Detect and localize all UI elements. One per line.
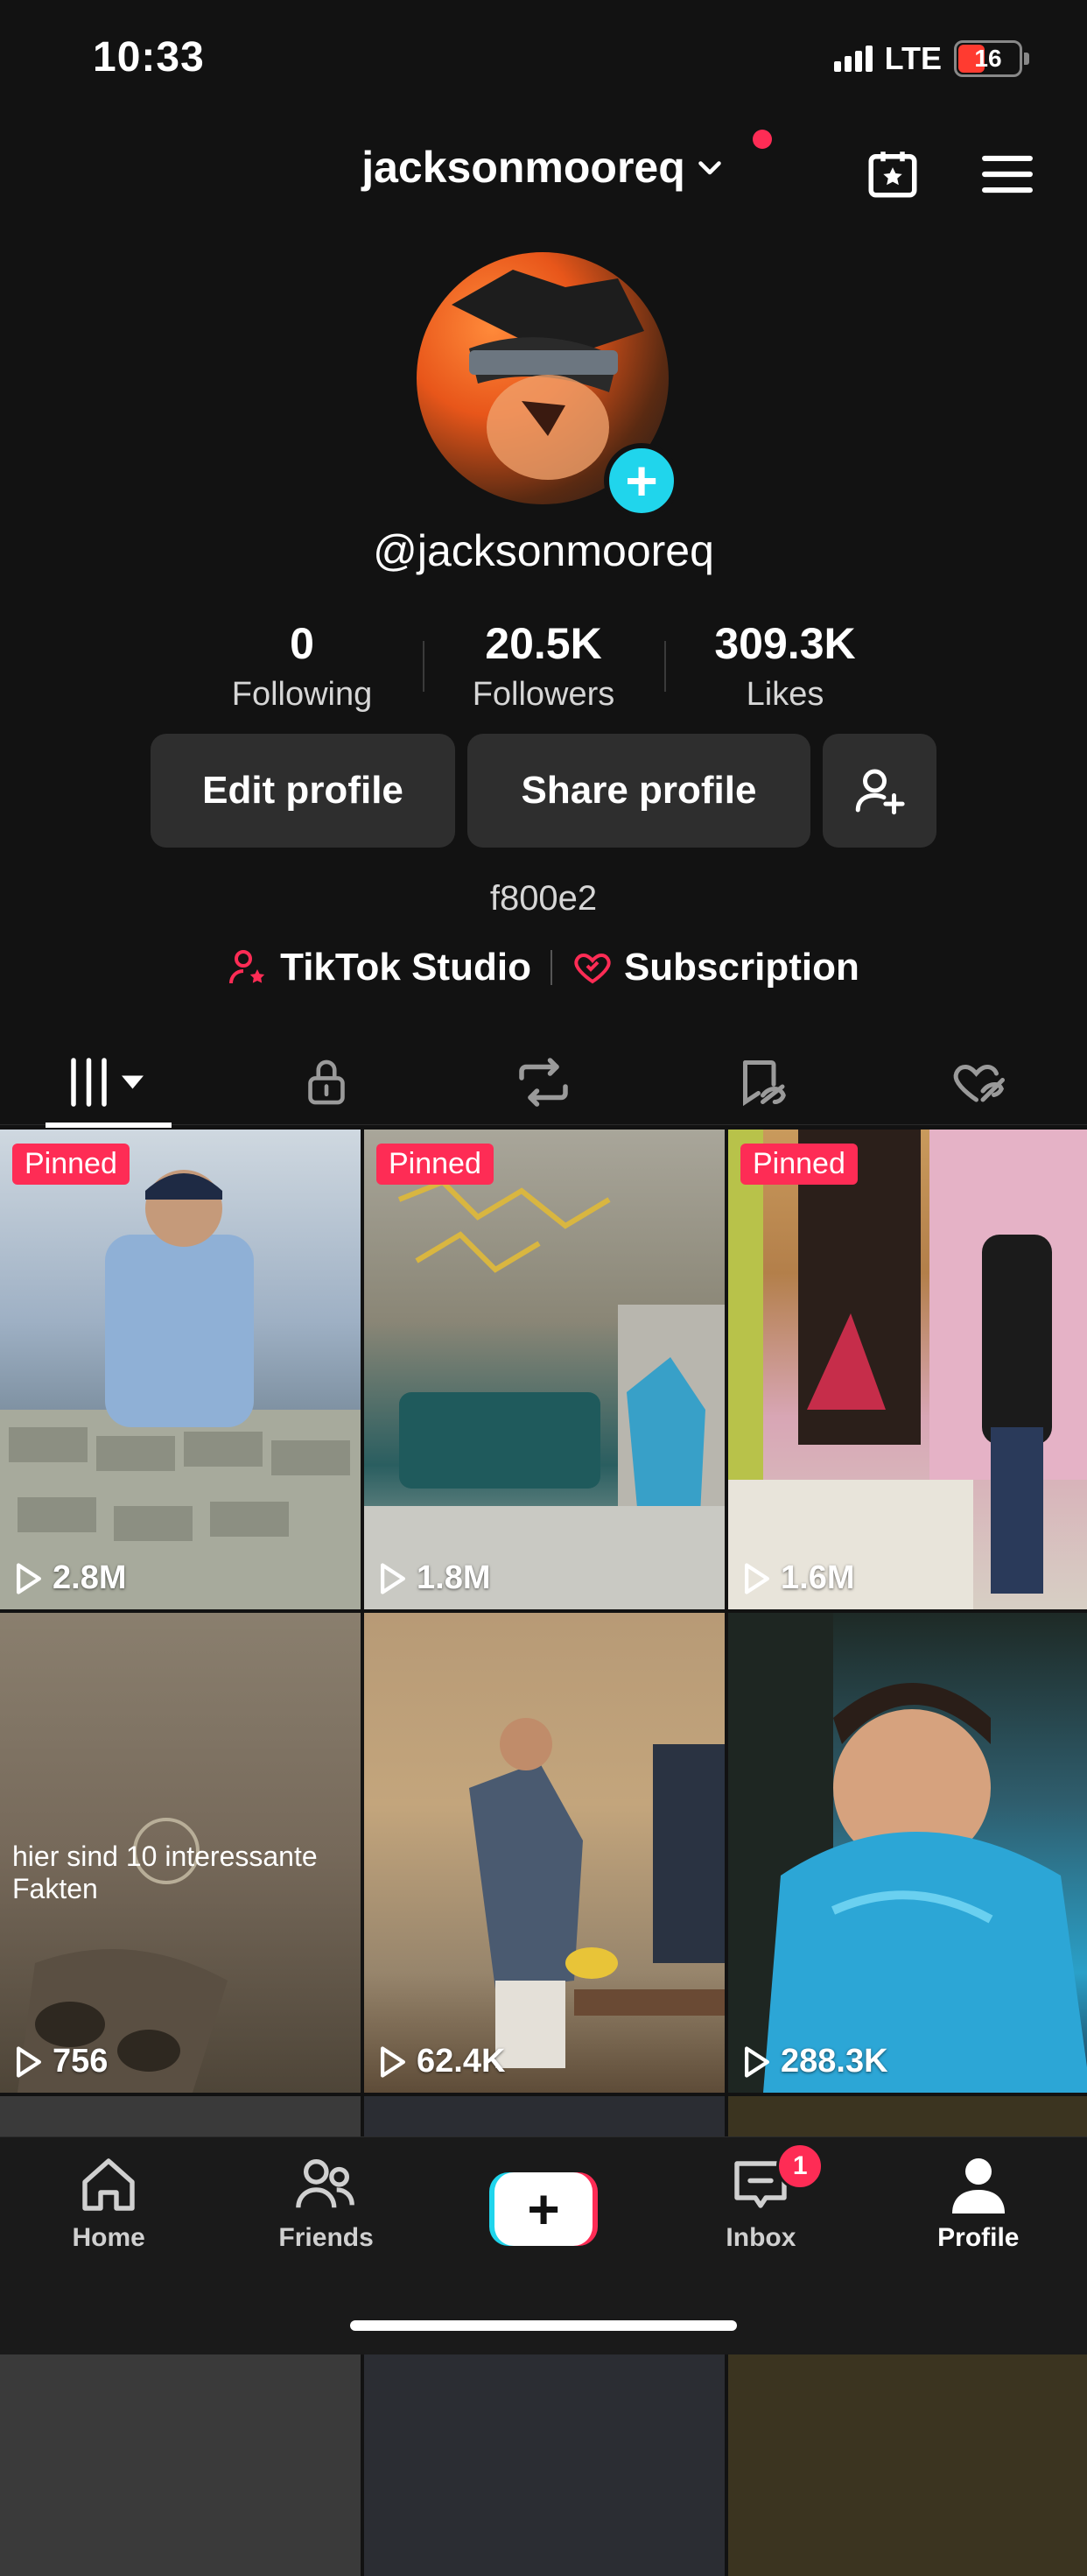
profile-links: TikTok Studio Subscription [0,946,1087,989]
stat-likes-value: 309.3K [714,619,856,668]
edit-profile-button[interactable]: Edit profile [151,734,455,848]
video-tile[interactable]: 288.3K [728,1613,1087,2093]
video-thumbnail [469,1718,725,2068]
tiktok-studio-link[interactable]: TikTok Studio [228,946,531,989]
calendar-star-button[interactable] [861,142,924,205]
person-star-icon [229,950,265,984]
menu-button[interactable] [978,145,1036,203]
tab-favorites[interactable] [652,1040,869,1124]
notification-dot [753,130,772,149]
stat-followers-value: 20.5K [485,619,602,668]
stat-followers-label: Followers [472,676,615,713]
view-count: 756 [14,2043,108,2080]
video-thumbnail [728,1130,1087,1609]
chevron-down-icon [698,161,721,175]
battery-icon: 16 [954,40,1022,77]
profile-icon [951,2158,1005,2214]
video-thumbnail [728,1613,1087,2093]
view-count: 1.8M [378,1559,490,1597]
create-button[interactable]: + [489,2172,599,2246]
stat-followers[interactable]: 20.5K Followers [423,618,664,714]
stat-likes[interactable]: 309.3K Likes [664,618,906,714]
tab-reposts[interactable] [435,1040,652,1124]
nav-home[interactable]: Home [0,2137,217,2354]
network-label: LTE [884,40,942,76]
hamburger-menu-icon [982,155,1033,194]
subscription-link[interactable]: Subscription [572,946,859,989]
profile-bio: f800e2 [489,879,598,918]
nav-inbox-label: Inbox [726,2223,796,2252]
nav-home-label: Home [72,2223,145,2252]
nav-friends-label: Friends [278,2223,374,2252]
status-time: 10:33 [93,34,205,81]
nav-profile[interactable]: Profile [870,2137,1087,2354]
video-tile[interactable]: Pinned 2.8M [0,1130,361,1609]
stat-following-label: Following [231,676,373,713]
play-outline-icon [16,1562,42,1594]
video-tile[interactable]: hier sind 10 interessante Fakten 756 [0,1613,361,2093]
tab-liked[interactable] [870,1040,1087,1124]
play-outline-icon [16,2045,42,2078]
view-count: 1.6M [742,1559,854,1597]
home-icon [82,2158,135,2211]
view-count: 288.3K [742,2043,888,2080]
tiktok-studio-label: TikTok Studio [280,946,531,989]
video-grid: Pinned 2.8M Pinned 1.8M Pinned 1.6M hier… [0,1130,1087,2576]
heart-hidden-icon [953,1064,1005,1102]
video-caption-overlay: hier sind 10 interessante Fakten [12,1841,318,1904]
video-tile[interactable]: Pinned 1.6M [728,1130,1087,1609]
add-person-icon [855,769,905,815]
tab-private[interactable] [217,1040,434,1124]
view-count: 62.4K [378,2043,505,2080]
play-outline-icon [744,1562,770,1594]
lock-icon [307,1059,345,1105]
status-indicators: LTE 16 [833,40,1029,77]
video-tile[interactable]: Pinned 1.8M [364,1130,725,1609]
view-count: 2.8M [14,1559,126,1597]
links-divider [550,950,552,985]
signal-icon [833,46,873,72]
stat-following-value: 0 [290,619,314,668]
calendar-star-icon [868,151,917,198]
subscription-label: Subscription [623,946,859,989]
header-username: jacksonmooreq [361,143,685,192]
inbox-badge: 1 [776,2143,824,2190]
stat-following[interactable]: 0 Following [181,618,423,714]
subscription-heart-icon [574,953,611,984]
content-tabs [0,1040,1087,1125]
video-thumbnail [0,1170,361,1609]
pinned-badge: Pinned [12,1144,130,1185]
play-outline-icon [744,2045,770,2078]
profile-handle: @jacksonmooreq [373,526,714,575]
video-tile[interactable]: 62.4K [364,1613,725,2093]
tab-videos[interactable] [0,1040,217,1124]
pinned-badge: Pinned [376,1144,494,1185]
play-outline-icon [380,2045,406,2078]
plus-icon: + [494,2172,593,2246]
play-outline-icon [380,1562,406,1594]
home-indicator[interactable] [350,2320,737,2331]
friends-icon [295,2159,354,2208]
nav-profile-label: Profile [937,2223,1020,2252]
repost-icon [519,1058,568,1107]
add-story-button[interactable]: + [604,443,679,518]
stat-likes-label: Likes [746,676,824,713]
add-friend-button[interactable] [823,734,936,848]
bookmark-hidden-icon [743,1060,787,1107]
video-thumbnail [364,1179,725,1609]
profile-stats: 0 Following 20.5K Followers 309.3K Likes [0,618,1087,714]
videos-grid-icon [71,1058,144,1107]
share-profile-button[interactable]: Share profile [467,734,810,848]
pinned-badge: Pinned [740,1144,858,1185]
